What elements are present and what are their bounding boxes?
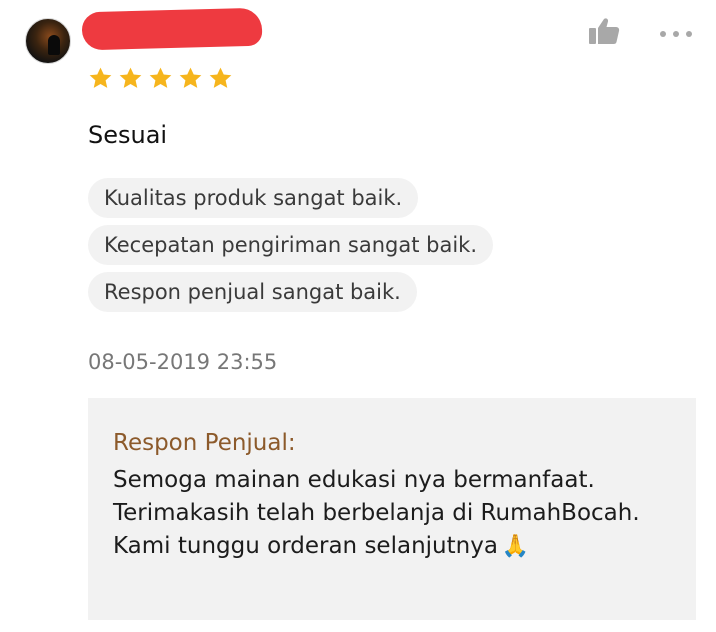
- star-icon: [209, 67, 232, 88]
- dot-icon: [673, 31, 679, 37]
- star-rating: [88, 66, 233, 91]
- star-icon: [89, 67, 112, 88]
- review-tag: Kecepatan pengiriman sangat baik.: [88, 225, 493, 265]
- thumbs-up-icon[interactable]: [588, 17, 620, 45]
- seller-response-box: Respon Penjual: Semoga mainan edukasi ny…: [88, 398, 696, 620]
- star-icon: [179, 67, 202, 88]
- more-options-icon[interactable]: [660, 26, 698, 42]
- dot-icon: [686, 31, 692, 37]
- seller-response-label: Respon Penjual:: [113, 430, 296, 456]
- avatar-silhouette: [48, 35, 60, 55]
- reviewer-avatar[interactable]: [25, 18, 71, 64]
- seller-response-text: Semoga mainan edukasi nya bermanfaat. Te…: [113, 467, 640, 559]
- review-tags: Kualitas produk sangat baik. Kecepatan p…: [88, 178, 493, 319]
- dot-icon: [660, 31, 666, 37]
- review-tag: Respon penjual sangat baik.: [88, 272, 417, 312]
- seller-response-message: Semoga mainan edukasi nya bermanfaat. Te…: [113, 464, 673, 563]
- star-icon: [149, 67, 172, 88]
- praying-hands-emoji: 🙏: [501, 534, 530, 559]
- reviewer-name-redacted: [81, 7, 263, 51]
- star-icon: [119, 67, 142, 88]
- review-text: Sesuai: [88, 121, 168, 149]
- review-tag: Kualitas produk sangat baik.: [88, 178, 419, 218]
- review-timestamp: 08-05-2019 23:55: [88, 350, 278, 374]
